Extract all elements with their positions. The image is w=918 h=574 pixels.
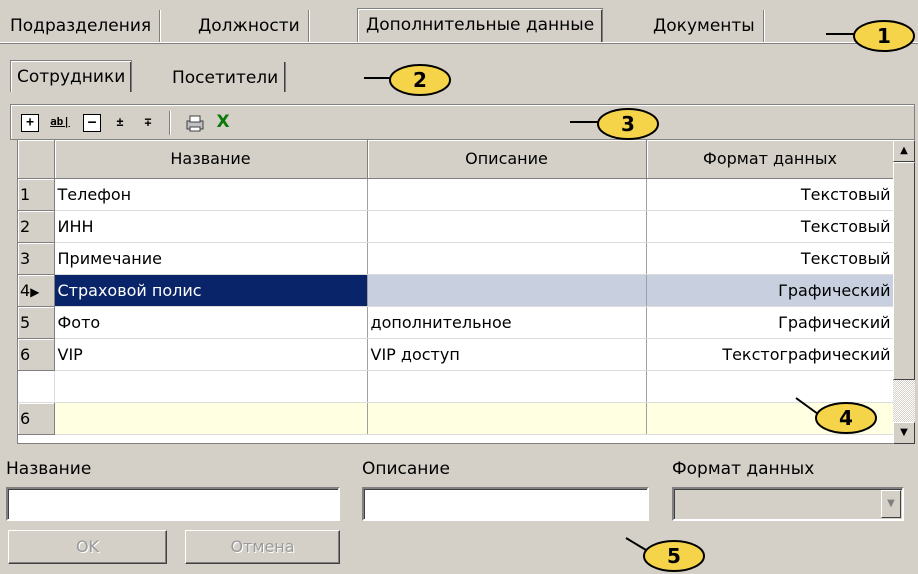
callout-3: 3 [570, 108, 659, 140]
row-index: 5 [18, 306, 55, 339]
row-index-number: 4 [20, 280, 31, 300]
scroll-thumb[interactable] [893, 162, 915, 380]
row-index: 6 [18, 402, 55, 435]
column-header-name[interactable]: Название [54, 140, 368, 179]
cell-format[interactable]: Текстографический [646, 338, 895, 371]
table-row[interactable]: 3 Примечание Текстовый [18, 242, 895, 275]
cell-name[interactable]: VIP [54, 338, 368, 371]
table-row[interactable]: 6 VIP VIP доступ Текстографический [18, 338, 895, 371]
grid-header-row: Название Описание Формат данных [18, 140, 895, 179]
row-index: 1 [18, 178, 55, 211]
scroll-down-icon[interactable]: ▼ [893, 422, 915, 444]
table-row-empty [18, 370, 895, 403]
edit-row-icon[interactable]: ab| [47, 114, 73, 132]
current-row-pointer-icon: ▶ [30, 284, 40, 299]
empty-cell [367, 370, 647, 403]
cell-description[interactable] [367, 242, 647, 275]
cell-format[interactable]: Графический [646, 306, 895, 339]
table-row-new[interactable]: 6 [18, 402, 895, 435]
column-header-description[interactable]: Описание [367, 140, 647, 179]
column-header-format[interactable]: Формат данных [646, 140, 895, 179]
move-up-icon[interactable]: ± [111, 114, 129, 132]
tab-visitors[interactable]: Посетители [166, 62, 286, 92]
cell-format[interactable]: Текстовый [646, 178, 895, 211]
chevron-down-icon[interactable]: ▼ [881, 490, 901, 518]
tab-additional-data[interactable]: Дополнительные данные [357, 8, 604, 42]
scroll-up-icon[interactable]: ▲ [893, 140, 915, 162]
cell-format[interactable]: Графический [646, 274, 895, 307]
callout-4: 4 [795, 397, 877, 434]
tab-documents[interactable]: Документы [645, 10, 764, 42]
cell-description[interactable] [367, 274, 647, 307]
tab-employees[interactable]: Сотрудники [10, 60, 133, 92]
empty-cell [18, 370, 55, 403]
grid-toolbar: + ab| – ± ∓ X [10, 104, 915, 140]
tab-positions[interactable]: Должности [190, 10, 309, 42]
description-input[interactable] [362, 487, 649, 521]
cell-name[interactable]: Телефон [54, 178, 368, 211]
data-grid[interactable]: Название Описание Формат данных 1 Телефо… [17, 140, 895, 444]
callout-5-number: 5 [667, 544, 681, 568]
move-down-icon[interactable]: ∓ [139, 114, 157, 132]
format-select[interactable]: ▼ [672, 487, 904, 521]
toolbar-separator [169, 111, 171, 135]
empty-cell [54, 370, 368, 403]
callout-5: 5 [625, 537, 705, 572]
name-input[interactable] [6, 487, 340, 521]
delete-row-icon[interactable]: – [83, 114, 101, 132]
cell-name[interactable]: Примечание [54, 242, 368, 275]
table-row[interactable]: 2 ИНН Текстовый [18, 210, 895, 243]
name-field-label: Название [6, 459, 92, 479]
new-cell-description[interactable] [367, 402, 647, 435]
callout-1-number: 1 [877, 24, 891, 48]
cell-description[interactable]: VIP доступ [367, 338, 647, 371]
table-row-selected[interactable]: 4▶ Страховой полис Графический [18, 274, 895, 307]
table-row[interactable]: 5 Фото дополнительное Графический [18, 306, 895, 339]
callout-4-number: 4 [839, 406, 853, 430]
add-row-icon[interactable]: + [21, 114, 39, 132]
new-cell-name[interactable] [54, 402, 368, 435]
cell-name[interactable]: ИНН [54, 210, 368, 243]
tab-departments[interactable]: Подразделения [2, 10, 161, 42]
excel-export-icon[interactable]: X [211, 114, 235, 132]
grid-corner [18, 140, 55, 179]
callout-3-number: 3 [621, 112, 635, 136]
cell-description[interactable] [367, 178, 647, 211]
cell-description[interactable] [367, 210, 647, 243]
cell-name[interactable]: Страховой полис [54, 274, 368, 307]
vertical-scrollbar[interactable]: ▲ ▼ [893, 140, 915, 444]
table-row[interactable]: 1 Телефон Текстовый [18, 178, 895, 211]
ok-button[interactable]: OK [8, 530, 167, 564]
callout-1: 1 [826, 20, 915, 52]
tabs-divider [0, 42, 918, 44]
cell-format[interactable]: Текстовый [646, 242, 895, 275]
cell-description[interactable]: дополнительное [367, 306, 647, 339]
row-index: 2 [18, 210, 55, 243]
row-index: 3 [18, 242, 55, 275]
callout-2: 2 [364, 64, 451, 96]
callout-2-number: 2 [413, 68, 427, 92]
description-field-label: Описание [362, 459, 450, 479]
format-field-label: Формат данных [672, 459, 815, 479]
print-icon[interactable] [183, 114, 207, 132]
cancel-button[interactable]: Отмена [185, 530, 340, 564]
cell-name[interactable]: Фото [54, 306, 368, 339]
row-index: 6 [18, 338, 55, 371]
cell-format[interactable]: Текстовый [646, 210, 895, 243]
row-index: 4▶ [18, 274, 55, 307]
